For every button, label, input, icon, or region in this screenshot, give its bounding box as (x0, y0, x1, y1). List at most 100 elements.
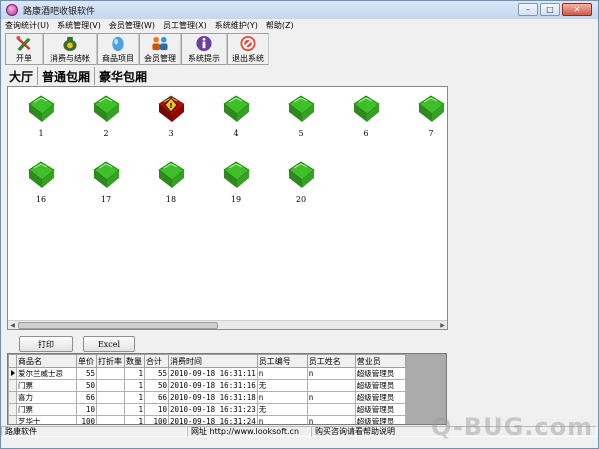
table-tile[interactable]: 1 (16, 89, 66, 145)
table-tile[interactable]: 18 (146, 155, 196, 211)
table-tile[interactable]: ! 3 (146, 89, 196, 145)
table-cell[interactable]: 66 (144, 391, 169, 404)
tab-hall[interactable]: 大厅 (7, 67, 37, 85)
table-cell[interactable]: 100 (144, 415, 169, 424)
print-button[interactable]: 打印 (19, 336, 73, 352)
table-cell[interactable]: 50 (144, 379, 169, 392)
table-cell[interactable]: n (306, 391, 356, 404)
free-table-icon (158, 161, 185, 188)
table-row[interactable]: 芝华士 100 1 100 2010-09-18 16:31:24 n n 超级管理员 (8, 415, 406, 424)
menu-staff[interactable]: 员工管理(X) (159, 20, 211, 31)
maximize-button[interactable]: □ (540, 3, 560, 16)
row-indicator (8, 379, 17, 392)
table-row[interactable]: 门票 50 1 50 2010-09-18 16:31:16 无超级管理员 (8, 379, 406, 392)
members-button[interactable]: 会员管理 (139, 33, 181, 65)
table-tile[interactable]: 19 (211, 155, 261, 211)
open-order-button[interactable]: 开单 (5, 33, 43, 65)
table-cell[interactable]: 超级管理员 (354, 415, 406, 424)
table-cell[interactable]: 1 (124, 391, 145, 404)
table-cell[interactable] (96, 403, 125, 416)
table-cell[interactable]: 10 (144, 403, 169, 416)
table-cell[interactable]: 2010-09-18 16:31:11 (168, 367, 258, 380)
column-header[interactable]: 合计 (144, 354, 169, 368)
table-cell[interactable]: 2010-09-18 16:31:16 (168, 379, 258, 392)
table-cell[interactable]: 2010-09-18 16:31:24 (168, 415, 258, 424)
column-header[interactable]: 员工姓名 (306, 354, 356, 368)
column-header[interactable]: 员工编号 (256, 354, 308, 368)
table-cell[interactable]: 10 (76, 403, 97, 416)
occupied-table-icon: ! (158, 95, 185, 122)
table-cell[interactable]: n (256, 367, 308, 380)
table-cell[interactable]: n (306, 415, 356, 424)
table-cell[interactable]: 超级管理员 (354, 403, 406, 416)
table-cell[interactable]: 50 (76, 379, 97, 392)
horizontal-scrollbar[interactable]: ◀ ▶ (8, 320, 447, 329)
table-cell[interactable] (306, 403, 356, 416)
table-cell[interactable]: 100 (76, 415, 97, 424)
checkout-button[interactable]: 消费与结帐 (43, 33, 97, 65)
table-tile[interactable]: 4 (211, 89, 261, 145)
products-button[interactable]: 商品项目 (97, 33, 139, 65)
table-tile[interactable]: 16 (16, 155, 66, 211)
table-tile[interactable]: 2 (81, 89, 131, 145)
table-tile[interactable]: 17 (81, 155, 131, 211)
system-tips-button[interactable]: 系统提示 (181, 33, 227, 65)
table-row[interactable]: 门票 10 1 10 2010-09-18 16:31:23 无超级管理员 (8, 403, 406, 416)
table-cell[interactable]: 2010-09-18 16:31:23 (168, 403, 258, 416)
table-tile[interactable]: 20 (276, 155, 326, 211)
minimize-button[interactable]: – (518, 3, 538, 16)
table-cell[interactable] (96, 379, 125, 392)
table-cell[interactable]: 55 (76, 367, 97, 380)
column-header[interactable]: 打折率 (96, 354, 125, 368)
menu-help[interactable]: 帮助(Z) (262, 20, 298, 31)
tab-standard-room[interactable]: 普通包厢 (37, 67, 94, 85)
table-tile[interactable]: 6 (341, 89, 391, 145)
column-header[interactable]: 单价 (76, 354, 97, 368)
table-cell[interactable]: 1 (124, 367, 145, 380)
table-cell[interactable]: 门票 (16, 403, 77, 416)
scroll-left-icon[interactable]: ◀ (8, 321, 17, 329)
table-cell[interactable]: 55 (144, 367, 169, 380)
table-row[interactable]: 爱尔兰威士忌 55 1 55 2010-09-18 16:31:11 n n 超级管理员 (8, 367, 406, 380)
excel-button[interactable]: Excel (83, 336, 135, 352)
table-cell[interactable] (96, 415, 125, 424)
table-cell[interactable]: 门票 (16, 379, 77, 392)
menu-query[interactable]: 查询统计(U) (1, 20, 53, 31)
table-cell[interactable]: n (306, 367, 356, 380)
column-header[interactable]: 商品名 (16, 354, 77, 368)
table-cell[interactable]: 无 (256, 379, 308, 392)
table-cell[interactable]: 超级管理员 (354, 379, 406, 392)
table-tile[interactable]: 5 (276, 89, 326, 145)
table-cell[interactable]: 芝华士 (16, 415, 77, 424)
menu-maintenance[interactable]: 系统维护(Y) (211, 20, 262, 31)
scrollbar-thumb[interactable] (18, 322, 218, 329)
scroll-right-icon[interactable]: ▶ (438, 321, 447, 329)
table-cell[interactable] (96, 391, 125, 404)
table-cell[interactable]: 超级管理员 (354, 391, 406, 404)
table-cell[interactable] (96, 367, 125, 380)
free-table-icon (418, 95, 445, 122)
order-grid[interactable]: 商品名 单价 打折率 数量 合计 消费时间 员工编号 员工姓名 营业员 爱尔兰威… (7, 353, 447, 425)
table-cell[interactable]: 1 (124, 379, 145, 392)
tab-deluxe-room[interactable]: 豪华包厢 (94, 67, 151, 85)
table-cell[interactable]: 超级管理员 (354, 367, 406, 380)
table-row[interactable]: 喜力 66 1 66 2010-09-18 16:31:18 n n 超级管理员 (8, 391, 406, 404)
close-button[interactable]: ✕ (562, 3, 592, 16)
menu-system[interactable]: 系统管理(V) (53, 20, 105, 31)
column-header[interactable]: 数量 (124, 354, 145, 368)
column-header[interactable]: 营业员 (354, 354, 406, 368)
table-tile[interactable]: 7 (406, 89, 447, 145)
table-cell[interactable]: n (256, 391, 308, 404)
table-cell[interactable]: 无 (256, 403, 308, 416)
table-cell[interactable]: 喜力 (16, 391, 77, 404)
table-cell[interactable]: 1 (124, 415, 145, 424)
exit-button[interactable]: 退出系统 (227, 33, 269, 65)
column-header[interactable]: 消费时间 (168, 354, 258, 368)
table-cell[interactable]: 爱尔兰威士忌 (16, 367, 77, 380)
menu-members[interactable]: 会员管理(W) (105, 20, 159, 31)
table-cell[interactable]: 1 (124, 403, 145, 416)
table-cell[interactable]: n (256, 415, 308, 424)
table-cell[interactable]: 66 (76, 391, 97, 404)
table-cell[interactable] (306, 379, 356, 392)
table-cell[interactable]: 2010-09-18 16:31:18 (168, 391, 258, 404)
